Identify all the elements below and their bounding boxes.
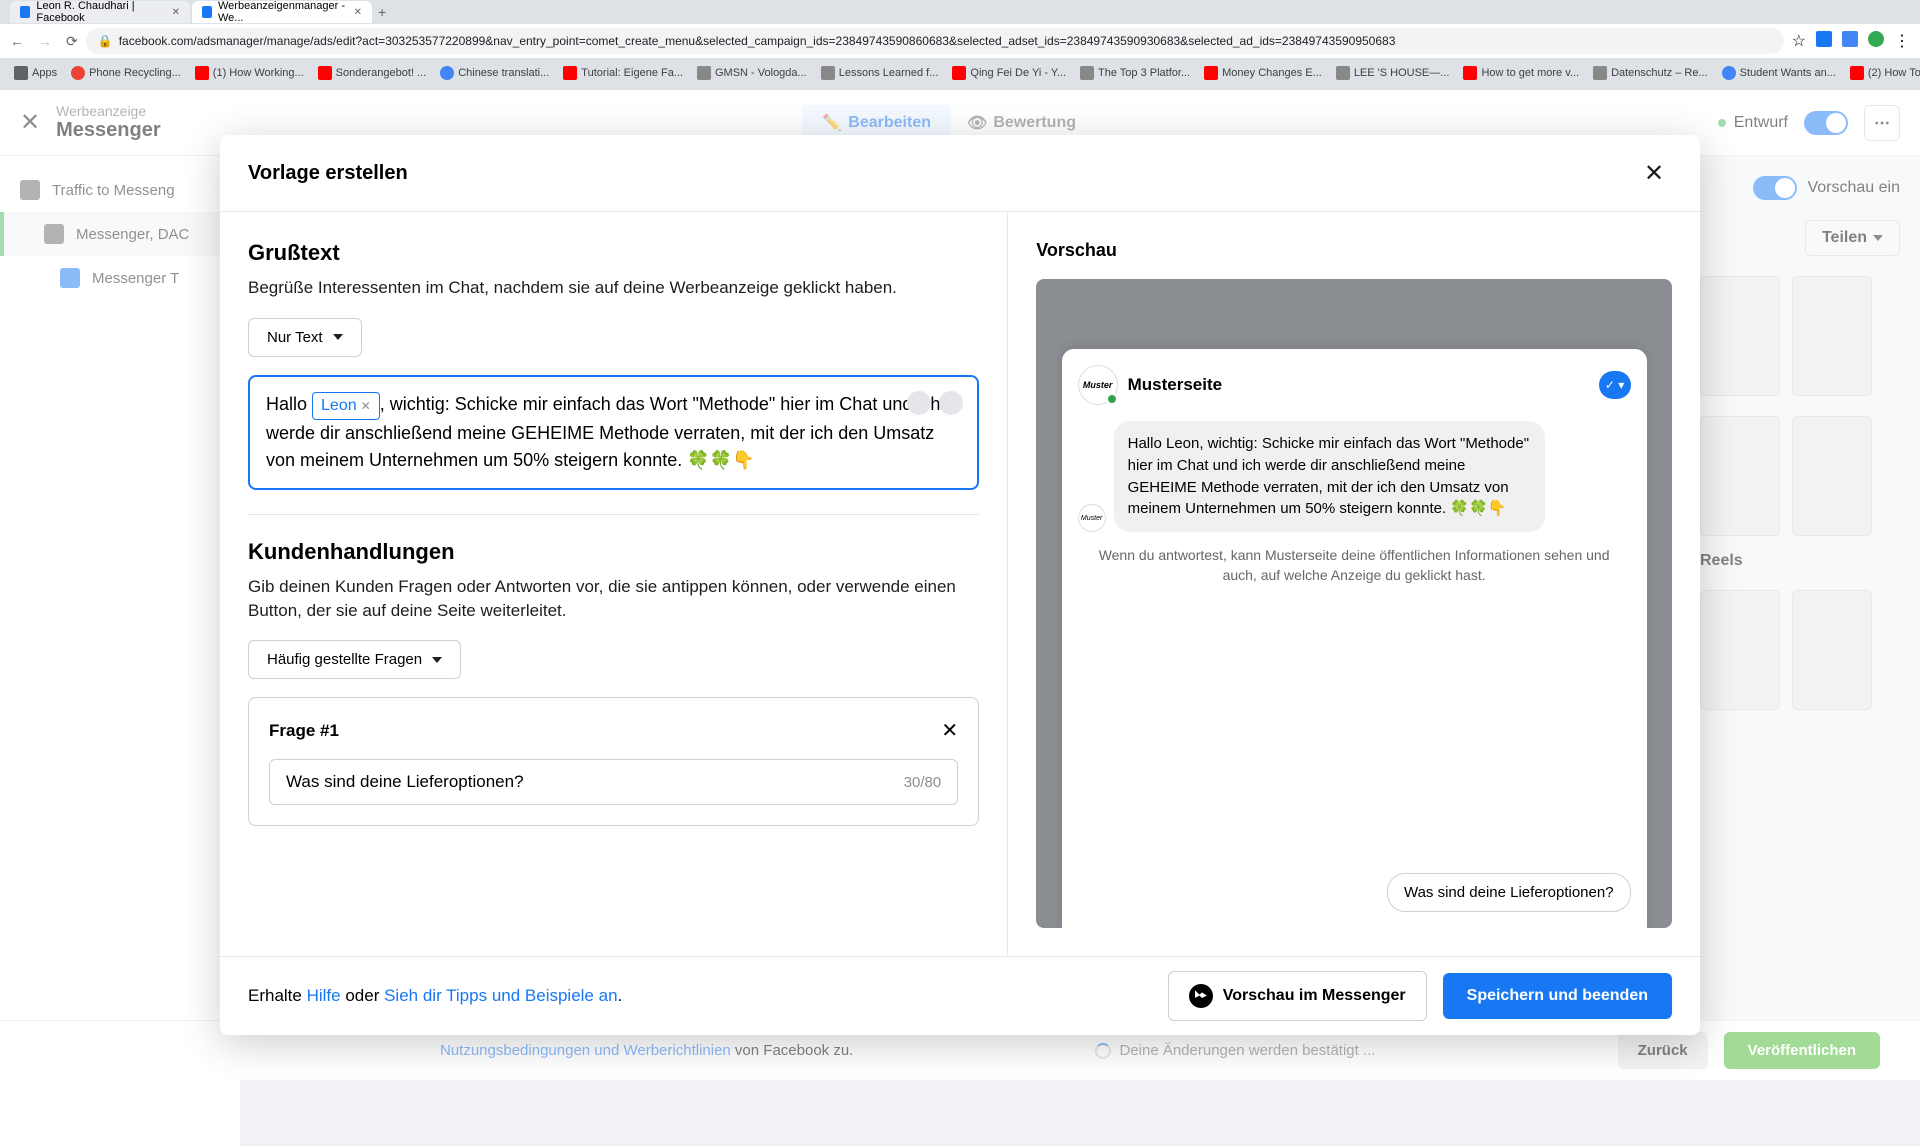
extension-icon[interactable]: [1842, 31, 1858, 47]
bookmark-item[interactable]: (1) How Working...: [191, 64, 308, 82]
actions-section-desc: Gib deinen Kunden Fragen oder Antworten …: [248, 575, 979, 623]
preview-pane: Vorschau Muster Musterseite ✓ ▾ Must: [1008, 212, 1700, 956]
tab-title: Leon R. Chaudhari | Facebook: [36, 0, 165, 24]
actions-section-title: Kundenhandlungen: [248, 539, 979, 565]
remove-faq-icon[interactable]: ✕: [941, 718, 958, 743]
divider: [248, 514, 979, 515]
greeting-message-bubble: Hallo Leon, wichtig: Schicke mir einfach…: [1114, 421, 1545, 532]
messenger-icon: [1189, 984, 1213, 1008]
browser-chrome: Leon R. Chaudhari | Facebook ✕ Werbeanze…: [0, 0, 1920, 90]
greeting-section-desc: Begrüße Interessenten im Chat, nachdem s…: [248, 276, 979, 300]
bookmark-item[interactable]: Money Changes E...: [1200, 64, 1326, 82]
action-type-dropdown[interactable]: Häufig gestellte Fragen: [248, 640, 461, 679]
personalize-icon[interactable]: [939, 391, 963, 415]
personalization-token[interactable]: Leon✕: [312, 392, 380, 420]
phone-preview-frame: Muster Musterseite ✓ ▾ Muster Hallo Leon…: [1036, 279, 1672, 928]
template-editor: Grußtext Begrüße Interessenten im Chat, …: [220, 212, 1008, 956]
chat-card: Muster Musterseite ✓ ▾ Muster Hallo Leon…: [1062, 349, 1647, 928]
bookmark-item[interactable]: Phone Recycling...: [67, 64, 185, 82]
greeting-format-dropdown[interactable]: Nur Text: [248, 318, 362, 357]
url-text: facebook.com/adsmanager/manage/ads/edit?…: [119, 34, 1396, 48]
faq-input-wrapper[interactable]: 30/80: [269, 759, 958, 805]
chevron-down-icon: [432, 657, 442, 663]
save-and-exit-button[interactable]: Speichern und beenden: [1443, 973, 1672, 1019]
star-icon[interactable]: ☆: [1792, 31, 1806, 51]
help-text: Erhalte Hilfe oder Sieh dir Tipps und Be…: [248, 986, 622, 1006]
tab-strip: Leon R. Chaudhari | Facebook ✕ Werbeanze…: [0, 0, 1920, 24]
bookmark-item[interactable]: GMSN - Vologda...: [693, 64, 811, 82]
privacy-disclaimer: Wenn du antwortest, kann Musterseite dei…: [1078, 546, 1631, 585]
message-row: Muster Hallo Leon, wichtig: Schicke mir …: [1078, 421, 1631, 532]
bookmark-item[interactable]: The Top 3 Platfor...: [1076, 64, 1194, 82]
browser-tab[interactable]: Leon R. Chaudhari | Facebook ✕: [10, 1, 190, 23]
bookmark-item[interactable]: Sonderangebot! ...: [314, 64, 431, 82]
bookmark-item[interactable]: How to get more v...: [1459, 64, 1583, 82]
remove-token-icon[interactable]: ✕: [361, 397, 371, 415]
chat-header: Muster Musterseite ✓ ▾: [1078, 365, 1631, 405]
online-indicator-icon: [1106, 393, 1118, 405]
address-bar[interactable]: 🔒 facebook.com/adsmanager/manage/ads/edi…: [86, 28, 1784, 54]
extension-icon[interactable]: [1868, 31, 1884, 47]
bookmark-item[interactable]: Student Wants an...: [1718, 64, 1840, 82]
lock-icon: 🔒: [98, 34, 113, 48]
bookmark-item[interactable]: Chinese translati...: [436, 64, 553, 82]
bookmark-item[interactable]: Tutorial: Eigene Fa...: [559, 64, 687, 82]
preview-title: Vorschau: [1036, 240, 1672, 261]
verified-badge: ✓ ▾: [1599, 371, 1631, 399]
preview-in-messenger-button[interactable]: Vorschau im Messenger: [1168, 971, 1427, 1021]
facebook-icon: [20, 6, 30, 18]
forward-icon[interactable]: →: [38, 33, 52, 50]
greeting-text-input[interactable]: Hallo Leon✕, wichtig: Schicke mir einfac…: [248, 375, 979, 490]
modal-footer: Erhalte Hilfe oder Sieh dir Tipps und Be…: [220, 956, 1700, 1035]
back-icon[interactable]: ←: [10, 33, 24, 50]
chevron-down-icon: [333, 334, 343, 340]
help-link[interactable]: Hilfe: [307, 986, 341, 1005]
page-name: Musterseite: [1128, 375, 1589, 395]
modal-header: Vorlage erstellen ✕: [220, 135, 1700, 211]
extension-icon[interactable]: [1816, 31, 1832, 47]
emoji-picker-icon[interactable]: [907, 391, 931, 415]
close-icon[interactable]: ✕: [1636, 155, 1672, 191]
quick-reply-chip[interactable]: Was sind deine Lieferoptionen?: [1387, 873, 1631, 912]
bookmark-item[interactable]: Datenschutz – Re...: [1589, 64, 1712, 82]
greeting-section-title: Grußtext: [248, 240, 979, 266]
apps-bookmark[interactable]: Apps: [10, 64, 61, 82]
tips-link[interactable]: Sieh dir Tipps und Beispiele an: [384, 986, 617, 1005]
template-modal: Vorlage erstellen ✕ Grußtext Begrüße Int…: [220, 135, 1700, 1035]
faq-label: Frage #1: [269, 721, 339, 741]
bookmark-item[interactable]: (2) How To Add A...: [1846, 64, 1920, 82]
modal-title: Vorlage erstellen: [248, 162, 408, 185]
reload-icon[interactable]: ⟳: [66, 33, 78, 50]
menu-icon[interactable]: ⋮: [1894, 31, 1910, 51]
url-bar: ← → ⟳ 🔒 facebook.com/adsmanager/manage/a…: [0, 24, 1920, 58]
bookmark-bar: Apps Phone Recycling... (1) How Working.…: [0, 58, 1920, 88]
browser-tab-active[interactable]: Werbeanzeigenmanager - We... ✕: [192, 1, 372, 23]
bookmark-item[interactable]: Lessons Learned f...: [817, 64, 943, 82]
close-icon[interactable]: ✕: [172, 7, 180, 18]
msg-avatar-icon: Muster: [1078, 504, 1106, 532]
new-tab-button[interactable]: +: [378, 4, 386, 20]
tab-title: Werbeanzeigenmanager - We...: [218, 0, 348, 24]
modal-backdrop: Vorlage erstellen ✕ Grußtext Begrüße Int…: [0, 90, 1920, 1080]
close-icon[interactable]: ✕: [354, 7, 362, 18]
char-count: 30/80: [904, 774, 942, 791]
faq-question-input[interactable]: [286, 772, 904, 792]
bookmark-item[interactable]: Qing Fei De Yi - Y...: [948, 64, 1070, 82]
bookmark-item[interactable]: LEE 'S HOUSE—...: [1332, 64, 1454, 82]
facebook-icon: [202, 6, 212, 18]
faq-item: Frage #1 ✕ 30/80: [248, 697, 979, 826]
